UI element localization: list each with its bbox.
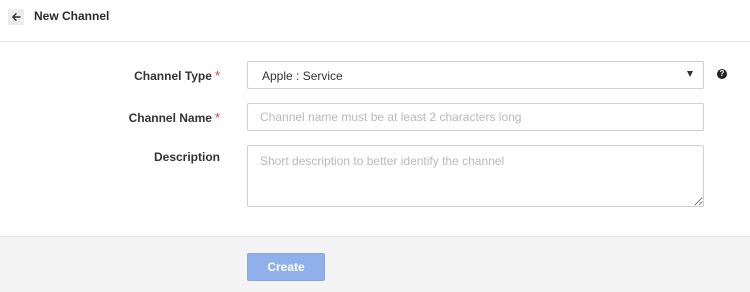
channel-type-selected-value: Apple : Service	[262, 69, 343, 83]
page-title: New Channel	[34, 9, 110, 23]
channel-type-label: Channel Type *	[134, 68, 220, 83]
required-marker: *	[214, 110, 220, 125]
channel-name-label-text: Channel Name	[128, 111, 212, 125]
caret-down-icon	[687, 71, 693, 77]
channel-type-select[interactable]: Apple : Service	[247, 61, 704, 89]
description-textarea[interactable]	[247, 145, 704, 207]
question-circle-icon[interactable]: ?	[717, 69, 727, 79]
page-header: New Channel	[0, 0, 750, 42]
description-label: Description	[153, 150, 220, 164]
required-marker: *	[214, 68, 220, 83]
new-channel-page: New Channel Channel Type * Apple : Servic…	[0, 0, 750, 292]
back-button[interactable]	[8, 9, 24, 25]
form-footer: Create	[0, 236, 750, 292]
create-button[interactable]: Create	[247, 253, 325, 281]
channel-name-label: Channel Name *	[129, 110, 220, 125]
channel-name-input[interactable]	[247, 103, 704, 131]
channel-type-label-text: Channel Type	[134, 69, 212, 83]
arrow-left-icon	[11, 12, 21, 22]
